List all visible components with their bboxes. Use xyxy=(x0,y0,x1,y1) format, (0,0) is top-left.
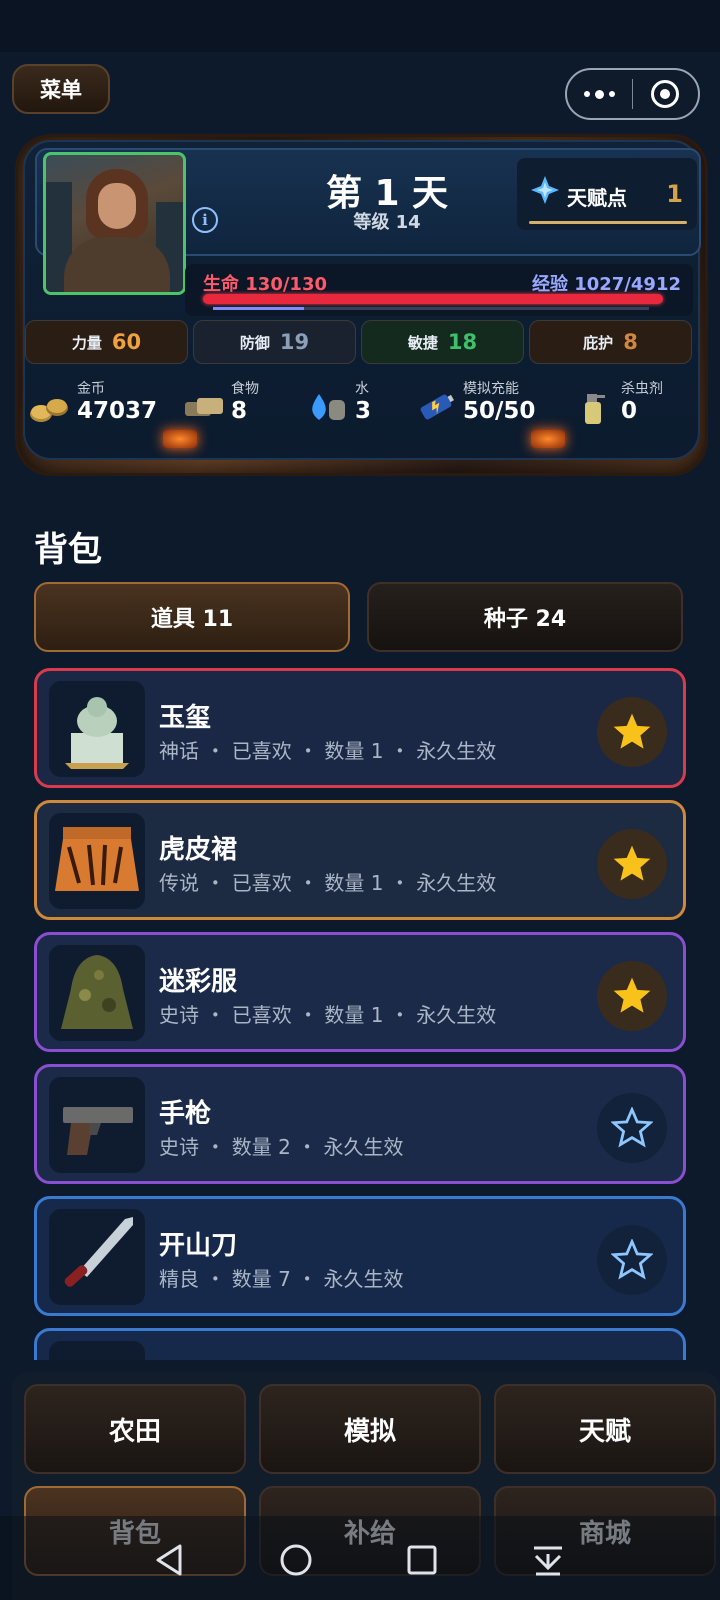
resource-value: 50/50 xyxy=(463,398,536,424)
nav-talent[interactable]: 天赋 xyxy=(494,1384,716,1474)
item-desc: 神话 ・ 已喜欢 ・ 数量 1 ・ 永久生效 xyxy=(159,739,497,763)
list-item[interactable]: 迷彩服 史诗 ・ 已喜欢 ・ 数量 1 ・ 永久生效 xyxy=(34,932,686,1052)
close-program-icon[interactable] xyxy=(633,80,698,108)
favorite-star-icon[interactable] xyxy=(597,697,667,767)
item-list[interactable]: 玉玺 神话 ・ 已喜欢 ・ 数量 1 ・ 永久生效 虎皮裙 传说 ・ 已喜欢 ・… xyxy=(0,668,720,1360)
resource-value: 8 xyxy=(231,398,248,424)
status-bar xyxy=(0,0,720,52)
pistol-icon xyxy=(49,1077,145,1173)
stat-agility: 敏捷 18 xyxy=(361,320,524,364)
camouflage-suit-icon xyxy=(49,945,145,1041)
list-item[interactable]: 开山刀 精良 ・ 数量 7 ・ 永久生效 xyxy=(34,1196,686,1316)
resource-label: 杀虫剂 xyxy=(621,381,663,397)
food-icon xyxy=(185,398,223,416)
tiger-skirt-icon xyxy=(49,813,145,909)
item-icon xyxy=(49,1341,145,1360)
system-nav-bar xyxy=(0,1516,720,1600)
item-name: 开山刀 xyxy=(159,1231,238,1261)
stat-strength: 力量 60 xyxy=(25,320,188,364)
talent-value: 1 xyxy=(666,180,683,208)
water-icon xyxy=(312,394,345,420)
player-avatar[interactable] xyxy=(43,152,186,295)
stat-value: 19 xyxy=(279,330,310,354)
hide-nav-icon[interactable] xyxy=(528,1540,568,1580)
stat-name: 庇护 xyxy=(583,333,614,352)
stat-name: 力量 xyxy=(71,333,102,352)
resources-row: 金币 47037 食物 8 水 3 模拟充能 50/50 杀虫剂 0 xyxy=(25,376,702,432)
menu-button[interactable]: 菜单 xyxy=(12,64,110,114)
coins-icon xyxy=(30,399,68,422)
info-icon[interactable]: i xyxy=(192,207,218,233)
resource-label: 金币 xyxy=(77,381,105,397)
list-item[interactable]: 虎皮裙 传说 ・ 已喜欢 ・ 数量 1 ・ 永久生效 xyxy=(34,800,686,920)
jade-seal-icon xyxy=(49,681,145,777)
hp-label: 生命 130/130 xyxy=(203,274,327,295)
talent-underline xyxy=(529,221,687,224)
stat-shelter: 庇护 8 xyxy=(529,320,692,364)
exp-track xyxy=(213,307,649,310)
mini-program-capsule xyxy=(565,68,700,120)
spray-icon xyxy=(585,394,605,424)
item-desc: 传说 ・ 已喜欢 ・ 数量 1 ・ 永久生效 xyxy=(159,871,497,895)
talent-label: 天赋点 xyxy=(567,186,627,210)
item-name: 迷彩服 xyxy=(159,967,238,997)
favorite-star-outline-icon[interactable] xyxy=(597,1225,667,1295)
resource-value: 3 xyxy=(355,398,372,424)
resource-label: 食物 xyxy=(231,381,259,397)
item-name: 手枪 xyxy=(159,1099,212,1129)
stat-value: 60 xyxy=(111,330,142,354)
nav-simulate[interactable]: 模拟 xyxy=(259,1384,481,1474)
panel-lamp xyxy=(163,430,197,448)
item-name: 玉玺 xyxy=(159,703,212,733)
tab-items[interactable]: 道具 11 xyxy=(34,582,350,652)
back-icon[interactable] xyxy=(150,1540,190,1580)
resource-pesticide: 杀虫剂 0 xyxy=(573,376,693,432)
list-item[interactable]: 手枪 史诗 ・ 数量 2 ・ 永久生效 xyxy=(34,1064,686,1184)
panel-lamp xyxy=(531,430,565,448)
home-icon[interactable] xyxy=(276,1540,316,1580)
section-title: 背包 xyxy=(34,530,102,570)
stats-row: 力量 60 防御 19 敏捷 18 庇护 8 xyxy=(25,320,702,366)
resource-value: 47037 xyxy=(77,398,158,424)
nav-farm[interactable]: 农田 xyxy=(24,1384,246,1474)
status-panel: 第 1 天 等级 14 天赋点 1 i 生命 130/130 经验 1027/4… xyxy=(15,134,708,476)
list-item[interactable] xyxy=(34,1328,686,1360)
list-item[interactable]: 玉玺 神话 ・ 已喜欢 ・ 数量 1 ・ 永久生效 xyxy=(34,668,686,788)
resource-food: 食物 8 xyxy=(183,376,303,432)
stat-value: 18 xyxy=(447,330,478,354)
more-options-icon[interactable] xyxy=(567,89,632,99)
item-desc: 精良 ・ 数量 7 ・ 永久生效 xyxy=(159,1267,404,1291)
resource-water: 水 3 xyxy=(307,376,407,432)
exp-bar xyxy=(213,307,305,310)
machete-icon xyxy=(49,1209,145,1305)
stat-name: 防御 xyxy=(239,333,270,352)
resource-value: 0 xyxy=(621,398,638,424)
favorite-star-icon[interactable] xyxy=(597,829,667,899)
stat-value: 8 xyxy=(623,330,638,354)
resource-label: 水 xyxy=(355,381,369,397)
hp-bar xyxy=(203,294,663,304)
stat-name: 敏捷 xyxy=(407,333,438,352)
item-desc: 史诗 ・ 已喜欢 ・ 数量 1 ・ 永久生效 xyxy=(159,1003,497,1027)
favorite-star-icon[interactable] xyxy=(597,961,667,1031)
resource-label: 模拟充能 xyxy=(463,381,519,397)
crystal-icon xyxy=(531,176,559,204)
tab-seeds[interactable]: 种子 24 xyxy=(367,582,683,652)
resource-sim-charge: 模拟充能 50/50 xyxy=(415,376,565,432)
item-name: 虎皮裙 xyxy=(159,835,238,865)
talent-points[interactable]: 天赋点 1 xyxy=(517,158,697,230)
stat-defense: 防御 19 xyxy=(193,320,356,364)
hp-exp-bars: 生命 130/130 经验 1027/4912 xyxy=(185,264,693,316)
resource-gold: 金币 47037 xyxy=(29,376,179,432)
favorite-star-outline-icon[interactable] xyxy=(597,1093,667,1163)
item-desc: 史诗 ・ 数量 2 ・ 永久生效 xyxy=(159,1135,404,1159)
player-level: 等级 14 xyxy=(353,212,421,233)
battery-icon xyxy=(420,394,454,420)
recent-apps-icon[interactable] xyxy=(402,1540,442,1580)
exp-label: 经验 1027/4912 xyxy=(531,274,681,295)
